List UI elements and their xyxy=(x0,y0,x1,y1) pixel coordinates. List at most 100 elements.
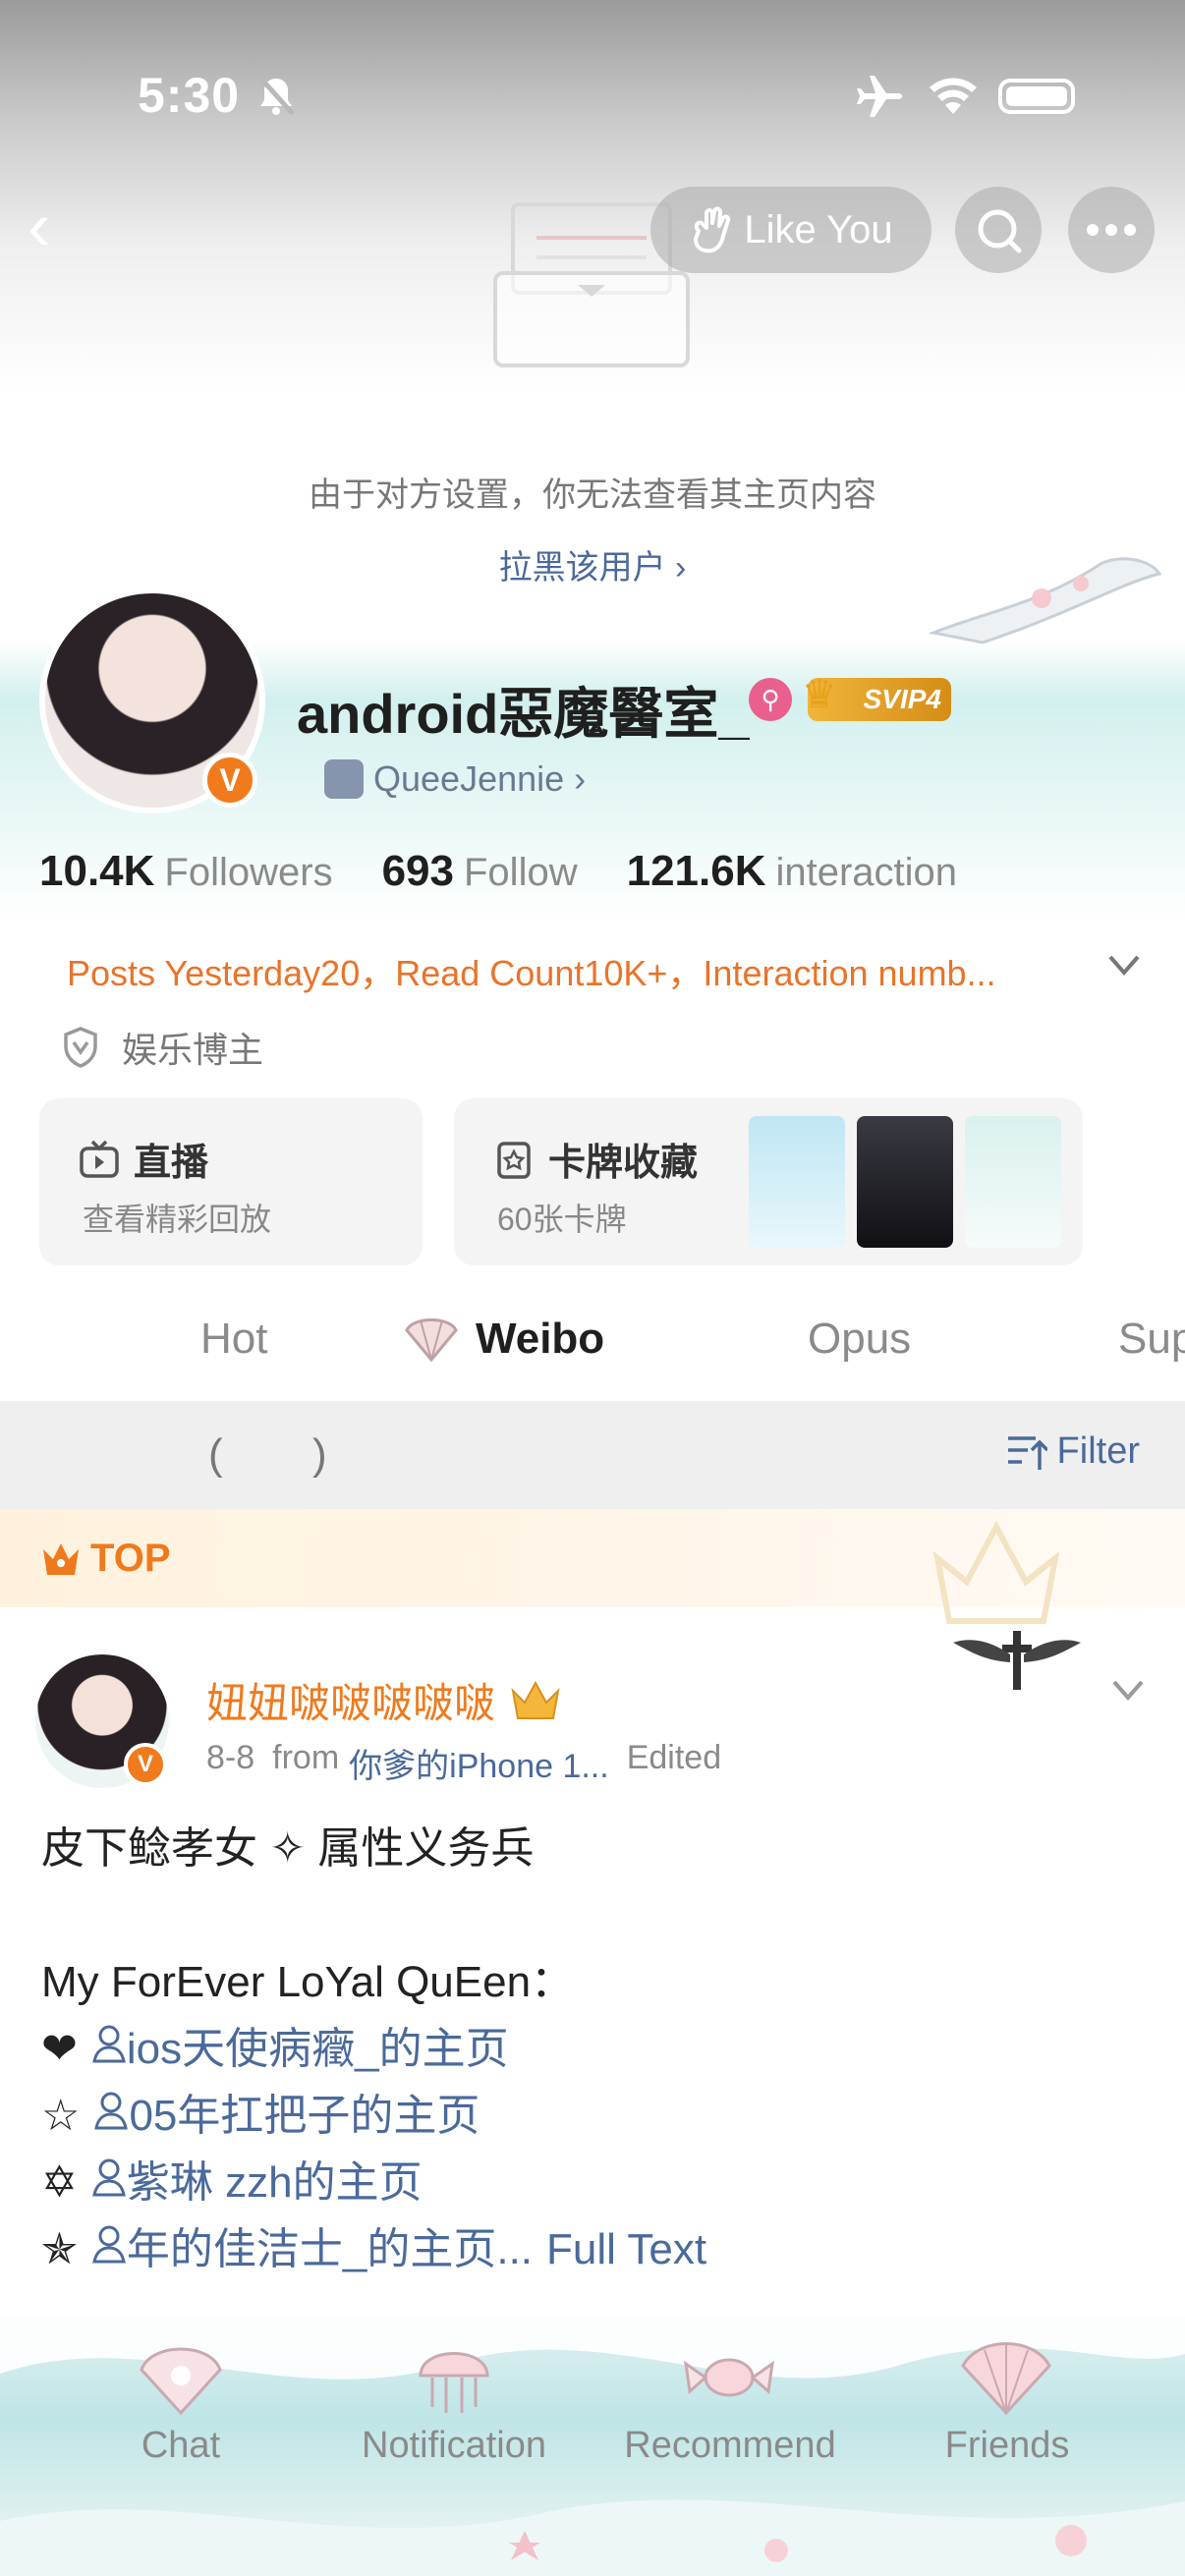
mention-link[interactable]: 紫琳 zzh的主页 xyxy=(91,2150,423,2216)
collection-thumbnail xyxy=(965,1116,1061,1248)
search-icon xyxy=(978,209,1022,253)
fan-club-name: QueeJennie xyxy=(373,758,565,799)
mention-link[interactable]: 年的佳洁士_的主页... xyxy=(91,2216,533,2283)
live-tv-icon xyxy=(80,1140,119,1178)
crown-icon: ♛ xyxy=(802,673,837,716)
hexagram-icon: ✡ xyxy=(41,2158,78,2207)
heart-icon: ❤ xyxy=(41,2025,78,2073)
verified-badge: V xyxy=(202,753,257,808)
live-card[interactable]: 直播 查看精彩回放 xyxy=(39,1098,423,1265)
chevron-right-icon: › xyxy=(574,758,587,799)
bracket-close: ) xyxy=(312,1430,327,1479)
post-verified-badge: V xyxy=(124,1743,167,1786)
battery-icon xyxy=(998,79,1075,114)
more-options-button[interactable] xyxy=(1068,187,1155,273)
fan-badge-icon[interactable]: ⚲ xyxy=(749,678,792,721)
pinned-text: TOP xyxy=(90,1537,171,1580)
collection-thumbnail xyxy=(749,1116,845,1248)
live-card-title: 直播 xyxy=(134,1143,209,1184)
shell-chat-icon xyxy=(140,2347,222,2416)
follow-label: Follow xyxy=(464,851,578,894)
post-mention-line: ✡ 紫琳 zzh的主页 xyxy=(41,2150,706,2216)
shield-icon xyxy=(64,1027,97,1068)
nav-notification[interactable]: Notification xyxy=(350,2425,558,2467)
airplane-mode-icon xyxy=(857,76,902,117)
mention-link[interactable]: 05年扛把子的主页 xyxy=(93,2083,480,2150)
posts-summary[interactable]: Posts Yesterday20，Read Count10K+，Interac… xyxy=(67,945,996,996)
fan-club-link[interactable]: QueeJennie › xyxy=(324,758,586,800)
followers-count: 10.4K xyxy=(39,847,155,895)
cat-icon xyxy=(324,759,364,799)
post-mention-line: ❤ ios天使病癥_的主页 xyxy=(41,2016,706,2083)
clap-hand-icon xyxy=(694,206,731,253)
mention-text: 年的佳洁士_的主页... xyxy=(126,2225,534,2273)
follow-stat[interactable]: 693 Follow xyxy=(382,847,578,896)
tab-opus[interactable]: Opus xyxy=(808,1315,911,1364)
wifi-icon xyxy=(930,78,977,114)
follow-count: 693 xyxy=(381,847,454,895)
bracket-open: ( xyxy=(208,1430,223,1479)
filter-icon xyxy=(1007,1435,1047,1470)
search-button[interactable] xyxy=(955,187,1042,273)
chevron-down-icon[interactable] xyxy=(1104,945,1144,984)
post-author-row[interactable]: 妞妞啵啵啵啵啵 xyxy=(206,1670,562,1730)
certification-label: 娱乐博主 xyxy=(122,1030,264,1070)
star-icon: ☆ xyxy=(41,2092,81,2140)
svip-label: SVIP4 xyxy=(863,684,941,714)
full-text-link[interactable]: Full Text xyxy=(546,2216,706,2283)
mention-text: 05年扛把子的主页 xyxy=(129,2092,480,2140)
tab-super-topic[interactable]: Sup xyxy=(1118,1315,1185,1364)
mention-link[interactable]: ios天使病癥_的主页 xyxy=(91,2016,509,2083)
interaction-label: interaction xyxy=(775,851,958,894)
post-edited-label: Edited xyxy=(626,1739,722,1776)
post-mention-line: ✯ 年的佳洁士_的主页... Full Text xyxy=(41,2216,706,2283)
tab-hot[interactable]: Hot xyxy=(200,1315,267,1364)
mention-text: 紫琳 zzh的主页 xyxy=(126,2158,423,2207)
pinned-label: TOP xyxy=(39,1537,171,1581)
post-mention-line: ☆ 05年扛把子的主页 xyxy=(41,2083,706,2150)
svip-badge[interactable]: ♛ SVIP4 xyxy=(802,673,951,721)
seashell-icon xyxy=(405,1318,458,1363)
interaction-count: 121.6K xyxy=(626,847,766,895)
like-you-label: Like You xyxy=(744,207,893,252)
post-text-line: My ForEver LoYal QuEen： xyxy=(41,1958,575,2006)
back-button[interactable]: ‹ xyxy=(28,192,83,265)
post-source[interactable]: 你爹的iPhone 1... xyxy=(349,1739,609,1787)
filter-button[interactable]: Filter xyxy=(1006,1430,1140,1473)
jellyfish-notification-icon xyxy=(419,2352,489,2413)
nav-recommend[interactable]: Recommend xyxy=(619,2425,841,2467)
privacy-notice: 由于对方设置，你无法查看其主页内容 xyxy=(309,476,876,514)
certification-row: 娱乐博主 xyxy=(61,1022,263,1073)
post-options-chevron-icon[interactable] xyxy=(1108,1670,1148,1709)
followers-stat[interactable]: 10.4K Followers xyxy=(39,847,333,896)
candy-recommend-icon xyxy=(684,2358,774,2397)
muted-bell-icon xyxy=(257,75,295,116)
interaction-stat[interactable]: 121.6K interaction xyxy=(627,847,957,896)
crown-watermark-icon xyxy=(932,1520,1060,1624)
circled-star-icon: ✯ xyxy=(41,2225,78,2273)
ellipsis-icon xyxy=(1087,224,1136,236)
profile-stats: 10.4K Followers 693 Follow 121.6K interacti… xyxy=(39,847,957,896)
post-meta: 8-8 from 你爹的iPhone 1... Edited xyxy=(206,1739,721,1787)
collection-card-subtitle: 60张卡牌 xyxy=(497,1202,627,1237)
post-body: 皮下鲶孝女 ✧ 属性义务兵 My ForEver LoYal QuEen： ❤ … xyxy=(41,1816,706,2283)
user-icon xyxy=(92,2158,126,2197)
pinned-banner: TOP xyxy=(0,1509,1185,1624)
crown-icon xyxy=(43,1542,79,1575)
fan-shell-friends-icon xyxy=(961,2342,1051,2416)
nav-friends[interactable]: Friends xyxy=(931,2425,1083,2467)
bottom-navigation: Chat Notification Recommend Friends xyxy=(0,2315,1185,2576)
post-author-name: 妞妞啵啵啵啵啵 xyxy=(206,1680,496,1726)
user-icon xyxy=(92,2225,126,2264)
card-collection-card[interactable]: 卡牌收藏 60张卡牌 xyxy=(454,1098,1083,1265)
profile-username: android惡魔醫室_ xyxy=(297,683,750,745)
tab-weibo[interactable]: Weibo xyxy=(476,1315,604,1364)
like-you-button[interactable]: Like You xyxy=(650,187,931,273)
sea-floor-decoration xyxy=(0,2499,1185,2576)
collection-thumbnail xyxy=(857,1116,953,1248)
nav-chat[interactable]: Chat xyxy=(132,2425,230,2467)
user-icon xyxy=(94,2092,129,2130)
user-icon xyxy=(92,2025,126,2063)
status-time: 5:30 xyxy=(138,68,241,123)
